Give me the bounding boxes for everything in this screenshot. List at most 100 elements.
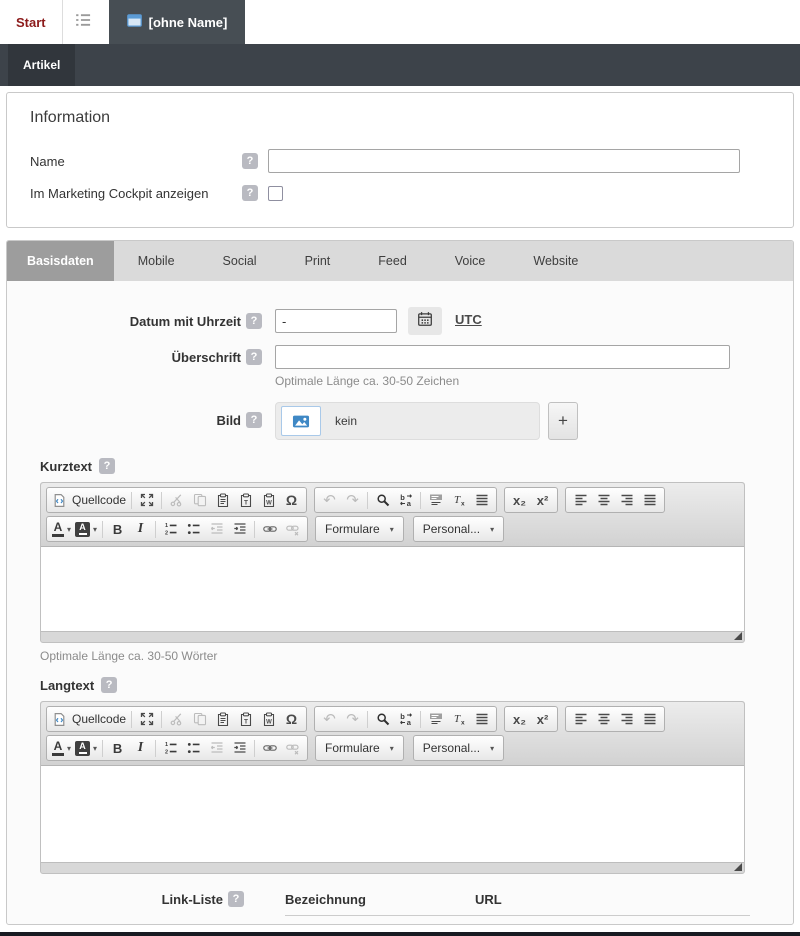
paste-button[interactable] [211, 489, 234, 511]
lines-icon [476, 494, 488, 506]
numbered-list-button[interactable]: 1 2 [159, 737, 182, 759]
help-icon[interactable]: ? [228, 891, 244, 907]
italic-button[interactable]: I [129, 518, 152, 540]
blocks-button[interactable] [470, 708, 493, 730]
cockpit-label: Im Marketing Cockpit anzeigen [30, 185, 209, 201]
replace-button[interactable]: b a [394, 489, 417, 511]
align-right-button[interactable] [615, 489, 638, 511]
calendar-button[interactable] [408, 307, 442, 335]
copy-icon [193, 712, 206, 726]
help-icon[interactable]: ? [246, 313, 262, 329]
personal-dropdown[interactable]: Personal... ▾ [412, 516, 505, 542]
align-justify-button[interactable] [638, 708, 661, 730]
superscript-button[interactable]: x² [531, 708, 554, 730]
find-button[interactable] [371, 489, 394, 511]
tab-website[interactable]: Website [509, 241, 602, 281]
align-center-button[interactable] [592, 489, 615, 511]
tab-feed[interactable]: Feed [354, 241, 431, 281]
maximize-button[interactable] [135, 708, 158, 730]
align-justify-button[interactable] [638, 489, 661, 511]
link-button[interactable] [258, 518, 281, 540]
indent-button[interactable] [228, 518, 251, 540]
select-all-button[interactable] [424, 489, 447, 511]
tab-social[interactable]: Social [199, 241, 281, 281]
source-button[interactable]: Quellcode [50, 489, 128, 511]
italic-button[interactable]: I [129, 737, 152, 759]
headline-input[interactable] [275, 345, 730, 369]
bold-button[interactable]: B [106, 737, 129, 759]
special-char-button[interactable]: Ω [280, 489, 303, 511]
replace-button[interactable]: b a [394, 708, 417, 730]
forms-dropdown[interactable]: Formulare ▾ [315, 516, 404, 542]
tab-voice[interactable]: Voice [431, 241, 510, 281]
special-char-button[interactable]: Ω [280, 708, 303, 730]
select-all-button[interactable] [424, 708, 447, 730]
search-icon [376, 713, 389, 726]
bg-color-button[interactable]: A ▾ [73, 737, 99, 759]
find-button[interactable] [371, 708, 394, 730]
text-color-button[interactable]: A ▾ [50, 518, 73, 540]
paste-word-button[interactable]: W [257, 708, 280, 730]
datetime-input[interactable] [275, 309, 397, 333]
text-color-button[interactable]: A ▾ [50, 737, 73, 759]
indent-button[interactable] [228, 737, 251, 759]
cockpit-checkbox[interactable] [268, 185, 283, 201]
bullet-list-button[interactable] [182, 518, 205, 540]
information-title: Information [30, 109, 111, 126]
bg-color-button[interactable]: A ▾ [73, 518, 99, 540]
tab-artikel-label: Artikel [23, 58, 61, 72]
maximize-button[interactable] [135, 489, 158, 511]
tab-print[interactable]: Print [281, 241, 355, 281]
search-icon [376, 494, 389, 507]
align-center-button[interactable] [592, 708, 615, 730]
module-navbar: Artikel [0, 44, 800, 86]
subscript-button[interactable]: x₂ [508, 708, 531, 730]
shorttext-content[interactable] [41, 547, 744, 631]
tab-mobile[interactable]: Mobile [114, 241, 199, 281]
name-input[interactable] [268, 149, 740, 173]
resize-handle[interactable] [734, 632, 742, 640]
source-button[interactable]: Quellcode [50, 708, 128, 730]
tab-start[interactable]: Start [0, 0, 62, 44]
source-icon [54, 712, 65, 726]
paste-word-button[interactable]: W [257, 489, 280, 511]
align-left-button[interactable] [569, 489, 592, 511]
longtext-label-row: Langtext ? [40, 677, 793, 693]
personal-dropdown[interactable]: Personal... ▾ [412, 735, 505, 761]
subscript-button[interactable]: x₂ [508, 489, 531, 511]
clipboard-word-icon: W [263, 712, 274, 726]
remove-format-button[interactable]: T x [447, 489, 470, 511]
resize-handle[interactable] [734, 863, 742, 871]
utc-link[interactable]: UTC [455, 312, 482, 327]
longtext-content[interactable] [41, 766, 744, 862]
tab-document-untitled[interactable]: [ohne Name] [108, 0, 246, 44]
remove-format-button[interactable]: T x [447, 708, 470, 730]
bullet-list-button[interactable] [182, 737, 205, 759]
help-icon[interactable]: ? [242, 153, 258, 169]
help-icon[interactable]: ? [101, 677, 118, 693]
image-picker[interactable]: kein [275, 402, 540, 440]
paste-button[interactable] [211, 708, 234, 730]
help-icon[interactable]: ? [246, 349, 262, 365]
paste-text-button[interactable]: T [234, 708, 257, 730]
paste-text-button[interactable]: T [234, 489, 257, 511]
tab-document-label: [ohne Name] [148, 14, 228, 30]
tab-basisdaten[interactable]: Basisdaten [7, 241, 114, 281]
numbered-list-button[interactable]: 1 2 [159, 518, 182, 540]
source-label: Quellcode [72, 712, 127, 726]
help-icon[interactable]: ? [246, 412, 262, 428]
link-button[interactable] [258, 737, 281, 759]
blocks-button[interactable] [470, 489, 493, 511]
image-add-button[interactable]: + [548, 402, 578, 440]
bold-button[interactable]: B [106, 518, 129, 540]
tab-list-button[interactable] [63, 0, 103, 44]
forms-dropdown[interactable]: Formulare ▾ [315, 735, 404, 761]
align-right-button[interactable] [615, 708, 638, 730]
linklist-add-button[interactable]: + [285, 924, 333, 925]
help-icon[interactable]: ? [242, 185, 258, 201]
help-icon[interactable]: ? [99, 458, 116, 474]
tab-artikel[interactable]: Artikel [8, 44, 76, 86]
superscript-button[interactable]: x² [531, 489, 554, 511]
align-justify-icon [644, 713, 656, 725]
align-left-button[interactable] [569, 708, 592, 730]
